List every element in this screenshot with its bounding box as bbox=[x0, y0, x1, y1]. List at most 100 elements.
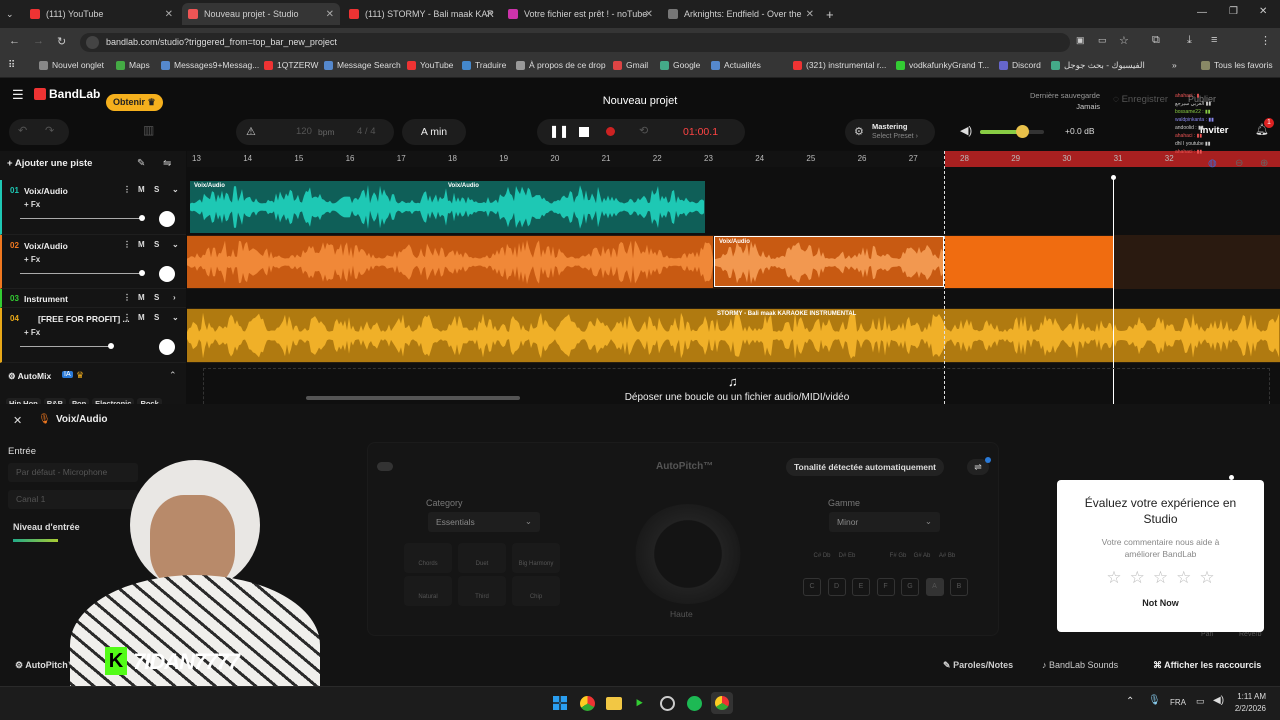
playhead-handle[interactable] bbox=[1111, 175, 1116, 180]
bookmark-item[interactable]: الفيسبوك - بحث جوجل bbox=[1051, 60, 1145, 71]
site-info-icon[interactable] bbox=[86, 36, 99, 49]
bookmark-item[interactable]: Maps bbox=[116, 60, 150, 70]
network-icon[interactable]: ▭ bbox=[1196, 696, 1205, 707]
key-d[interactable]: D bbox=[827, 578, 846, 596]
track-name[interactable]: Voix/Audio bbox=[24, 186, 68, 196]
mode-duet[interactable]: Duet bbox=[458, 543, 506, 573]
mute-button[interactable]: M bbox=[138, 293, 145, 302]
tab-youtube[interactable]: (111) YouTube ✕ bbox=[24, 3, 179, 25]
star-icon[interactable]: ☆ bbox=[1199, 568, 1214, 587]
track-header-03[interactable]: 03 Instrument ⋮ M S › bbox=[0, 289, 186, 308]
mode-chords[interactable]: Chords bbox=[404, 543, 452, 573]
tab-stormy[interactable]: (111) STORMY - Bali maak KAR ✕ bbox=[343, 3, 500, 25]
star-icon[interactable]: ☆ bbox=[1153, 568, 1168, 587]
edit-icon[interactable]: ✎ bbox=[137, 158, 145, 169]
tab-arknights[interactable]: Arknights: Endfield - Over the ✕ bbox=[662, 3, 820, 25]
volume-handle[interactable] bbox=[139, 215, 145, 221]
volume-handle[interactable] bbox=[139, 270, 145, 276]
obtenir-button[interactable]: Obtenir ♛ bbox=[106, 94, 163, 111]
mode-chip[interactable]: Chip bbox=[512, 576, 560, 606]
bookmark-item[interactable]: Google bbox=[660, 60, 700, 70]
volume-slider[interactable] bbox=[20, 218, 142, 219]
project-title[interactable]: Nouveau projet bbox=[540, 95, 740, 107]
minimize-icon[interactable]: — bbox=[1197, 7, 1207, 18]
more-icon[interactable]: ⋮ bbox=[123, 313, 131, 322]
chevron-down-icon[interactable]: ⌄ bbox=[172, 313, 179, 322]
spotify-icon[interactable] bbox=[687, 696, 702, 711]
volume-slider[interactable] bbox=[20, 273, 142, 274]
mute-button[interactable]: M bbox=[138, 185, 145, 194]
solo-button[interactable]: S bbox=[154, 185, 159, 194]
mic-tray-icon[interactable]: 🎙︎ bbox=[1148, 695, 1161, 706]
master-volume-track[interactable] bbox=[980, 130, 1044, 134]
track-header-04[interactable]: 04 [FREE FOR PROFIT] ... ⋮ M S ⌄ + Fx bbox=[0, 308, 186, 363]
chevron-up-icon[interactable]: ⌃ bbox=[1126, 696, 1134, 707]
bookmark-item[interactable]: (321) instrumental r... bbox=[793, 60, 886, 70]
key-sharp[interactable]: D# Eb bbox=[838, 552, 856, 570]
chrome-active-icon[interactable] bbox=[711, 692, 733, 714]
solo-button[interactable]: S bbox=[154, 240, 159, 249]
save-button[interactable]: ◌ Enregistrer bbox=[1113, 94, 1168, 105]
chevron-right-icon[interactable]: › bbox=[173, 293, 176, 302]
clip-track-04[interactable]: STORMY - Bali maak KARAOKE INSTRUMENTAL bbox=[187, 309, 1280, 362]
track-header-02[interactable]: 02 Voix/Audio ⋮ M S ⌄ + Fx bbox=[0, 235, 186, 289]
extensions-icon[interactable]: ⧉ bbox=[1152, 34, 1160, 47]
obs-icon[interactable] bbox=[660, 696, 675, 711]
add-track-button[interactable]: + Ajouter une piste bbox=[7, 158, 92, 169]
translate-icon[interactable]: ▣ bbox=[1076, 35, 1085, 46]
bandlab-logo[interactable]: BandLab bbox=[34, 87, 100, 101]
bookmark-item[interactable]: Actualités bbox=[711, 60, 761, 70]
maximize-icon[interactable]: ❐ bbox=[1229, 6, 1238, 17]
key-sharp[interactable]: G# Ab bbox=[913, 552, 931, 570]
chevron-up-icon[interactable]: ⌃ bbox=[169, 370, 177, 381]
chevron-down-icon[interactable]: ⌄ bbox=[172, 240, 179, 249]
pan-knob[interactable] bbox=[159, 339, 175, 355]
category-select[interactable]: Essentials ⌄ bbox=[428, 512, 540, 532]
fx-button[interactable]: + Fx bbox=[24, 328, 40, 337]
gamme-select[interactable]: Minor ⌄ bbox=[829, 512, 940, 532]
bookmark-item[interactable]: Discord bbox=[999, 60, 1041, 70]
forward-icon[interactable]: → bbox=[33, 35, 44, 47]
pitch-knob[interactable] bbox=[633, 504, 743, 604]
bookmark-item[interactable]: Nouvel onglet bbox=[39, 60, 104, 70]
key-sharp[interactable]: A# Bb bbox=[938, 552, 956, 570]
close-window-icon[interactable]: ✕ bbox=[1259, 6, 1267, 17]
fx-button[interactable]: + Fx bbox=[24, 255, 40, 264]
url-field[interactable]: bandlab.com/studio?triggered_from=top_ba… bbox=[80, 33, 1070, 52]
all-bookmarks[interactable]: Tous les favoris bbox=[1201, 60, 1273, 70]
more-icon[interactable]: ⋮ bbox=[123, 185, 131, 194]
apps-icon[interactable]: ⠿ bbox=[8, 60, 15, 71]
plugin-toggle[interactable] bbox=[377, 462, 393, 471]
mode-big-harmony[interactable]: Big Harmony bbox=[512, 543, 560, 573]
more-icon[interactable]: ⋮ bbox=[123, 240, 131, 249]
volume-handle[interactable] bbox=[108, 343, 114, 349]
bookmark-item[interactable]: Message Search bbox=[324, 60, 401, 70]
language-indicator[interactable]: FRA bbox=[1170, 698, 1186, 707]
bookmark-item[interactable]: À propos de ce drop bbox=[516, 60, 606, 70]
key-c[interactable]: C bbox=[803, 578, 821, 596]
speaker-icon[interactable]: ◀) bbox=[960, 124, 972, 137]
star-icon[interactable]: ☆ bbox=[1176, 568, 1191, 587]
track-name[interactable]: Voix/Audio bbox=[24, 241, 68, 251]
align-icon[interactable]: ⇋ bbox=[163, 158, 171, 169]
fx-button[interactable]: + Fx bbox=[24, 200, 40, 209]
reload-icon[interactable]: ↻ bbox=[57, 35, 66, 48]
clock-date[interactable]: 2/2/2026 bbox=[1228, 704, 1266, 713]
solo-button[interactable]: S bbox=[154, 293, 159, 302]
file-explorer-icon[interactable] bbox=[606, 697, 622, 710]
close-icon[interactable]: ✕ bbox=[326, 9, 334, 20]
back-icon[interactable]: ← bbox=[9, 35, 20, 47]
solo-button[interactable]: S bbox=[154, 313, 159, 322]
volume-slider[interactable] bbox=[20, 346, 110, 347]
pan-knob[interactable] bbox=[159, 211, 175, 227]
new-tab-button[interactable]: + bbox=[820, 3, 840, 25]
bandlab-sounds-button[interactable]: ♪ BandLab Sounds bbox=[1042, 660, 1118, 670]
auto-key-button[interactable]: Tonalité détectée automatiquement bbox=[786, 458, 945, 476]
windows-start-icon[interactable] bbox=[553, 696, 567, 710]
volume-icon[interactable]: ◀) bbox=[1213, 695, 1224, 706]
key-g[interactable]: G bbox=[901, 578, 919, 596]
key-sharp[interactable]: F# Gb bbox=[889, 552, 907, 570]
bookmark-item[interactable]: Traduire bbox=[462, 60, 506, 70]
pause-icon[interactable]: ❚❚ bbox=[549, 124, 569, 138]
master-volume-knob[interactable] bbox=[1015, 125, 1029, 138]
